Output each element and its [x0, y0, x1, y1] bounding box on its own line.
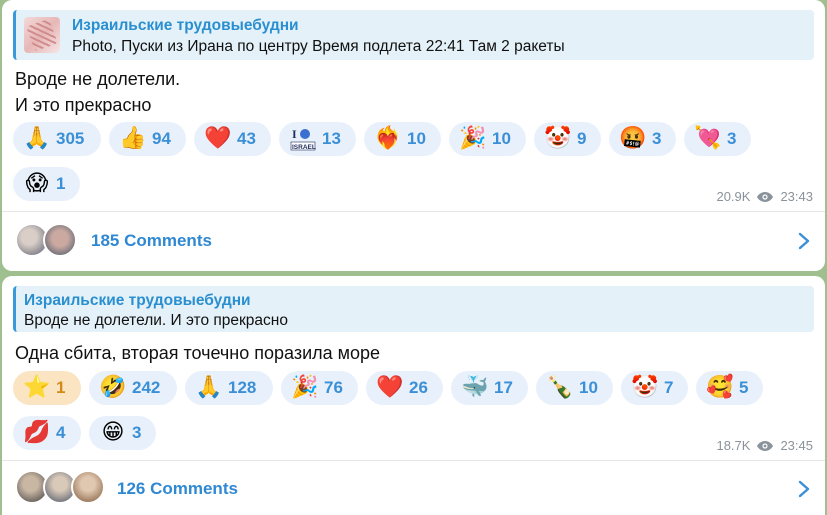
- message-text-line: Одна сбита, вторая точечно поразила море: [15, 343, 381, 363]
- divider: [2, 211, 825, 212]
- whale-icon: 🐳: [461, 375, 489, 400]
- reaction-rolling-laughing-face[interactable]: 🤣 242: [89, 371, 177, 405]
- kiss-mark-icon: 💋: [23, 420, 51, 445]
- reaction-count: 9: [577, 129, 587, 148]
- reply-text: Photo, Пуски из Ирана по центру Время по…: [72, 38, 565, 55]
- message-meta: 18.7K 23:45: [716, 438, 813, 453]
- star-icon: ⭐: [23, 375, 51, 400]
- reply-text: Вроде не долетели. И это прекрасно: [24, 312, 288, 329]
- reaction-count: 3: [132, 423, 142, 442]
- heart-with-arrow-icon: 💘: [694, 126, 722, 151]
- grinning-face-icon: 😁: [101, 420, 125, 445]
- reaction-red-heart[interactable]: ❤️ 43: [194, 122, 271, 156]
- message-meta: 20.9K 23:43: [716, 189, 813, 204]
- red-heart-icon: ❤️: [204, 126, 232, 151]
- face-with-symbols-icon: 🤬: [619, 126, 647, 151]
- comments-count-label: 126 Comments: [117, 479, 238, 498]
- avatar: [71, 470, 105, 504]
- reaction-count: 10: [492, 129, 511, 148]
- reaction-praying-hands[interactable]: 🙏 305: [13, 122, 101, 156]
- reaction-grinning-face[interactable]: 😁 3: [89, 416, 156, 450]
- eye-icon: [757, 440, 774, 451]
- avatar: [43, 223, 77, 257]
- reaction-count: 5: [739, 378, 749, 397]
- champagne-bottle-icon: 🍾: [546, 375, 574, 400]
- reaction-count: 94: [152, 129, 171, 148]
- svg-text:ISRAEL: ISRAEL: [292, 144, 316, 151]
- quote-bar: [13, 10, 16, 60]
- praying-hands-icon: 🙏: [195, 375, 223, 400]
- reaction-count: 43: [237, 129, 256, 148]
- view-count: 18.7K: [716, 438, 751, 453]
- reply-channel-name: Израильские трудовыебудни: [72, 17, 299, 34]
- reaction-count: 1: [56, 378, 66, 397]
- reaction-count: 10: [579, 378, 598, 397]
- reaction-clown-face[interactable]: 🤡 7: [621, 371, 688, 405]
- reaction-count: 3: [727, 129, 737, 148]
- reaction-thumbs-up[interactable]: 👍 94: [109, 122, 186, 156]
- comments-button[interactable]: 185 Comments: [2, 213, 825, 269]
- divider: [2, 460, 825, 461]
- svg-text:I: I: [292, 127, 297, 141]
- reaction-count: 242: [132, 378, 161, 397]
- reaction-i-love-israel[interactable]: I ISRAEL 13: [279, 122, 356, 156]
- reaction-count: 3: [652, 129, 662, 148]
- reaction-smiling-face-with-hearts[interactable]: 🥰 5: [696, 371, 763, 405]
- quote-bar: [13, 286, 16, 332]
- reaction-praying-hands[interactable]: 🙏 128: [185, 371, 273, 405]
- message-text-line: Вроде не долетели.: [15, 69, 181, 89]
- reply-quote[interactable]: Израильские трудовыебудни Вроде не долет…: [13, 286, 814, 332]
- reaction-count: 76: [324, 378, 343, 397]
- chevron-right-icon: [798, 480, 810, 498]
- reaction-champagne-bottle[interactable]: 🍾 10: [536, 371, 613, 405]
- message-time: 23:43: [780, 189, 813, 204]
- reaction-kiss-mark[interactable]: 💋 4: [13, 416, 81, 450]
- reaction-party-popper[interactable]: 🎉 76: [281, 371, 358, 405]
- i-love-israel-sticker-icon: I ISRAEL: [290, 126, 316, 152]
- reaction-heart-on-fire[interactable]: ❤️‍🔥 10: [364, 122, 441, 156]
- message-text-line: И это прекрасно: [15, 95, 152, 115]
- reaction-count: 1: [56, 174, 66, 193]
- reaction-whale[interactable]: 🐳 17: [451, 371, 528, 405]
- reaction-party-popper[interactable]: 🎉 10: [449, 122, 526, 156]
- comments-count-label: 185 Comments: [91, 231, 212, 250]
- reaction-face-screaming[interactable]: 😱 1: [13, 167, 80, 201]
- party-popper-icon: 🎉: [291, 375, 319, 400]
- clown-face-icon: 🤡: [544, 126, 572, 151]
- reaction-count: 4: [56, 423, 66, 442]
- channel-post-1[interactable]: Израильские трудовыебудни Photo, Пуски и…: [2, 0, 825, 271]
- reaction-count: 17: [494, 378, 513, 397]
- face-screaming-icon: 😱: [25, 171, 49, 196]
- praying-hands-icon: 🙏: [23, 126, 51, 151]
- message-time: 23:45: [780, 438, 813, 453]
- reply-quote[interactable]: Израильские трудовыебудни Photo, Пуски и…: [13, 10, 814, 60]
- reaction-count: 128: [228, 378, 257, 397]
- view-count: 20.9K: [716, 189, 751, 204]
- clown-face-icon: 🤡: [631, 375, 659, 400]
- eye-icon: [757, 191, 774, 202]
- chevron-right-icon: [798, 232, 810, 250]
- reaction-face-with-symbols[interactable]: 🤬 3: [609, 122, 676, 156]
- reaction-count: 10: [407, 129, 426, 148]
- reaction-count: 26: [409, 378, 428, 397]
- channel-post-2[interactable]: Израильские трудовыебудни Вроде не долет…: [2, 276, 825, 515]
- reaction-red-heart[interactable]: ❤️ 26: [366, 371, 443, 405]
- reaction-clown-face[interactable]: 🤡 9: [534, 122, 601, 156]
- reaction-count: 13: [322, 129, 341, 148]
- heart-on-fire-icon: ❤️‍🔥: [374, 126, 402, 151]
- reply-channel-name: Израильские трудовыебудни: [24, 292, 251, 309]
- reaction-heart-with-arrow[interactable]: 💘 3: [684, 122, 751, 156]
- thumbs-up-icon: 👍: [119, 126, 147, 151]
- reply-photo-thumbnail: [24, 17, 60, 53]
- party-popper-icon: 🎉: [459, 126, 487, 151]
- reaction-star[interactable]: ⭐ 1: [13, 371, 81, 405]
- reaction-count: 305: [56, 129, 85, 148]
- comments-button[interactable]: 126 Comments: [2, 462, 825, 515]
- red-heart-icon: ❤️: [376, 375, 404, 400]
- rolling-laughing-face-icon: 🤣: [99, 375, 127, 400]
- reaction-count: 7: [664, 378, 674, 397]
- smiling-face-with-hearts-icon: 🥰: [706, 375, 734, 400]
